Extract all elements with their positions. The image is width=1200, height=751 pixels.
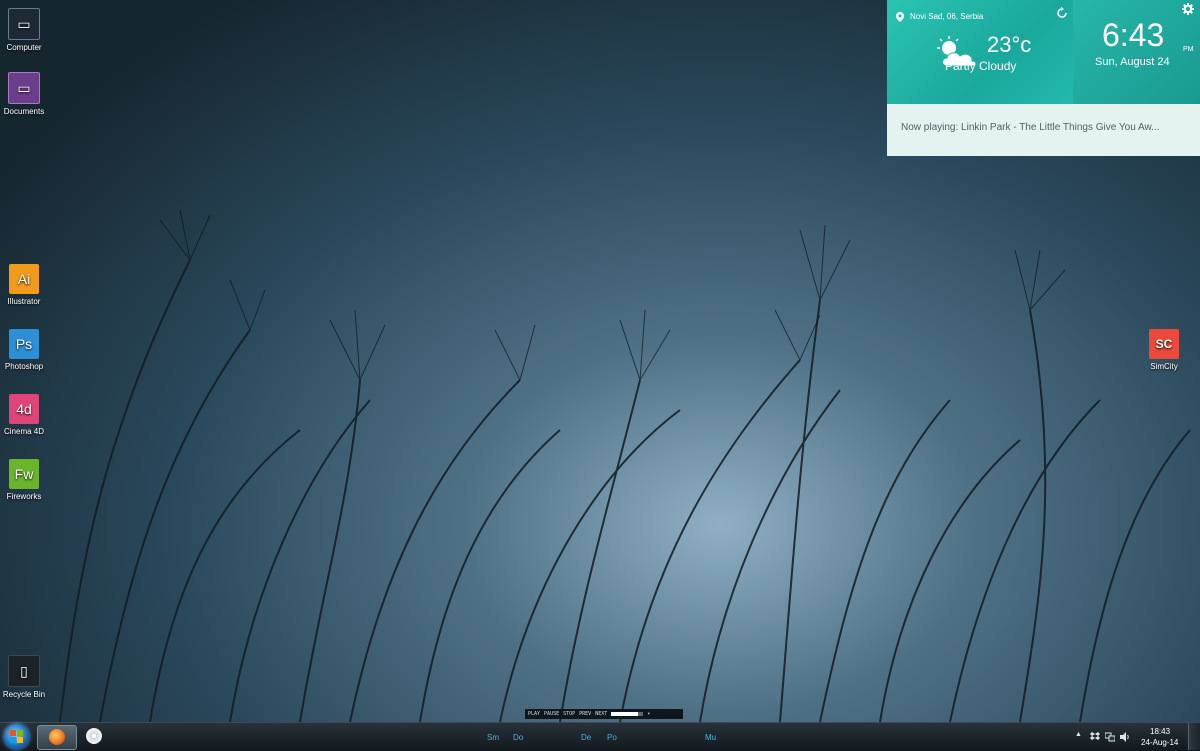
- desktop-icon-label: Photoshop: [4, 362, 44, 371]
- desktop-icon-simcity[interactable]: SC SimCity: [1140, 329, 1188, 371]
- dock-item[interactable]: De: [581, 733, 591, 742]
- start-button[interactable]: [4, 724, 29, 749]
- desktop-icon-label: Fireworks: [6, 492, 42, 501]
- taskbar-app-cd[interactable]: [80, 725, 110, 748]
- desktop-icon-computer[interactable]: ▭ Computer: [0, 8, 48, 52]
- dropbox-icon[interactable]: [1090, 732, 1100, 742]
- media-progress-fill: [611, 712, 639, 716]
- desktop-icon-label: Recycle Bin: [2, 690, 46, 699]
- illustrator-icon: Ai: [9, 264, 39, 294]
- tray-time[interactable]: 18:43: [1150, 727, 1170, 736]
- media-next-button[interactable]: NEXT: [595, 711, 607, 717]
- disc-icon: [86, 728, 102, 744]
- desktop-icon-fireworks[interactable]: Fw Fireworks: [0, 459, 48, 501]
- media-prev-button[interactable]: PREV: [579, 711, 591, 717]
- now-playing-bar: Now playing: Linkin Park - The Little Th…: [887, 104, 1200, 156]
- volume-icon[interactable]: [1120, 732, 1130, 742]
- cinema4d-icon: 4d: [9, 394, 39, 424]
- gear-icon[interactable]: [1182, 3, 1194, 15]
- windows-logo-icon: [10, 730, 23, 743]
- desktop-icon-label: Documents: [3, 107, 45, 116]
- weather-panel: Novi Sad, 06, Serbia 23°c Partly Cloudy: [887, 0, 1073, 104]
- show-desktop-button[interactable]: [1188, 723, 1200, 750]
- show-hidden-icons-button[interactable]: ▲: [1075, 731, 1082, 738]
- media-menu-arrow-icon[interactable]: ▾: [647, 711, 650, 717]
- location-pin-icon: [896, 12, 904, 22]
- simcity-icon: SC: [1149, 329, 1179, 359]
- clock-ampm: PM: [1183, 46, 1194, 53]
- firefox-icon: [49, 729, 65, 745]
- dock-item[interactable]: Sm: [487, 733, 499, 742]
- taskbar-app-firefox[interactable]: [37, 725, 77, 750]
- photoshop-icon: Ps: [9, 329, 39, 359]
- desktop-icon-cinema4d[interactable]: 4d Cinema 4D: [0, 394, 48, 436]
- tray-date[interactable]: 24-Aug-14: [1141, 738, 1178, 747]
- computer-icon: ▭: [8, 8, 40, 40]
- dock-item[interactable]: Po: [607, 733, 617, 742]
- media-play-button[interactable]: PLAY: [528, 711, 540, 717]
- media-pause-button[interactable]: PAUSE: [544, 711, 559, 717]
- desktop-icon-photoshop[interactable]: Ps Photoshop: [0, 329, 48, 371]
- fireworks-icon: Fw: [9, 459, 39, 489]
- network-icon[interactable]: [1105, 732, 1115, 742]
- clock-date: Sun, August 24: [1095, 56, 1170, 68]
- desktop-icon-recycle-bin[interactable]: ▯ Recycle Bin: [0, 655, 48, 699]
- clock-time: 6:43: [1102, 17, 1165, 53]
- dock-item[interactable]: Do: [513, 733, 523, 742]
- desktop-icon-label: Cinema 4D: [3, 427, 44, 436]
- desktop-icon-illustrator[interactable]: Ai Illustrator: [0, 264, 48, 306]
- weather-location: Novi Sad, 06, Serbia: [910, 12, 984, 21]
- recycle-bin-icon: ▯: [8, 655, 40, 687]
- media-progress-bar[interactable]: [611, 712, 644, 716]
- documents-icon: ▭: [8, 72, 40, 104]
- clock-panel: 6:43 PM Sun, August 24: [1073, 0, 1200, 104]
- desktop-icon-label: Illustrator: [7, 297, 41, 306]
- weather-condition: Partly Cloudy: [945, 59, 1017, 73]
- media-control-bar: PLAY PAUSE STOP PREV NEXT ▾: [525, 709, 683, 719]
- media-stop-button[interactable]: STOP: [563, 711, 575, 717]
- weather-clock-widget: Novi Sad, 06, Serbia 23°c Partly Cloudy: [887, 0, 1200, 156]
- refresh-icon[interactable]: [1056, 7, 1068, 19]
- taskbar: Sm Do De Po Mu ▲ 18:43 24-Aug-14: [0, 722, 1200, 751]
- weather-temperature: 23°c: [987, 32, 1032, 57]
- desktop-icon-documents[interactable]: ▭ Documents: [0, 72, 48, 116]
- desktop-icon-label: SimCity: [1150, 362, 1178, 371]
- now-playing-text: Now playing: Linkin Park - The Little Th…: [901, 122, 1160, 133]
- desktop-icon-label: Computer: [6, 43, 42, 52]
- dock-item[interactable]: Mu: [705, 733, 716, 742]
